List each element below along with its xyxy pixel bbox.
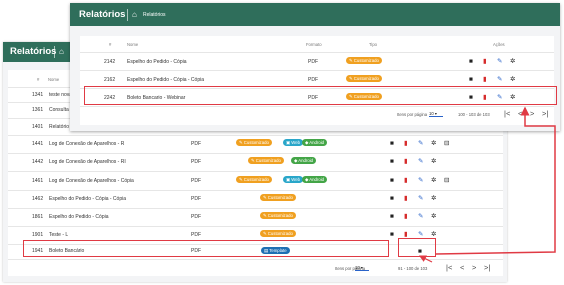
connector-arrows	[418, 106, 556, 263]
arrow-to-front-row	[435, 106, 556, 255]
arrow-to-copy-icon	[418, 255, 433, 263]
